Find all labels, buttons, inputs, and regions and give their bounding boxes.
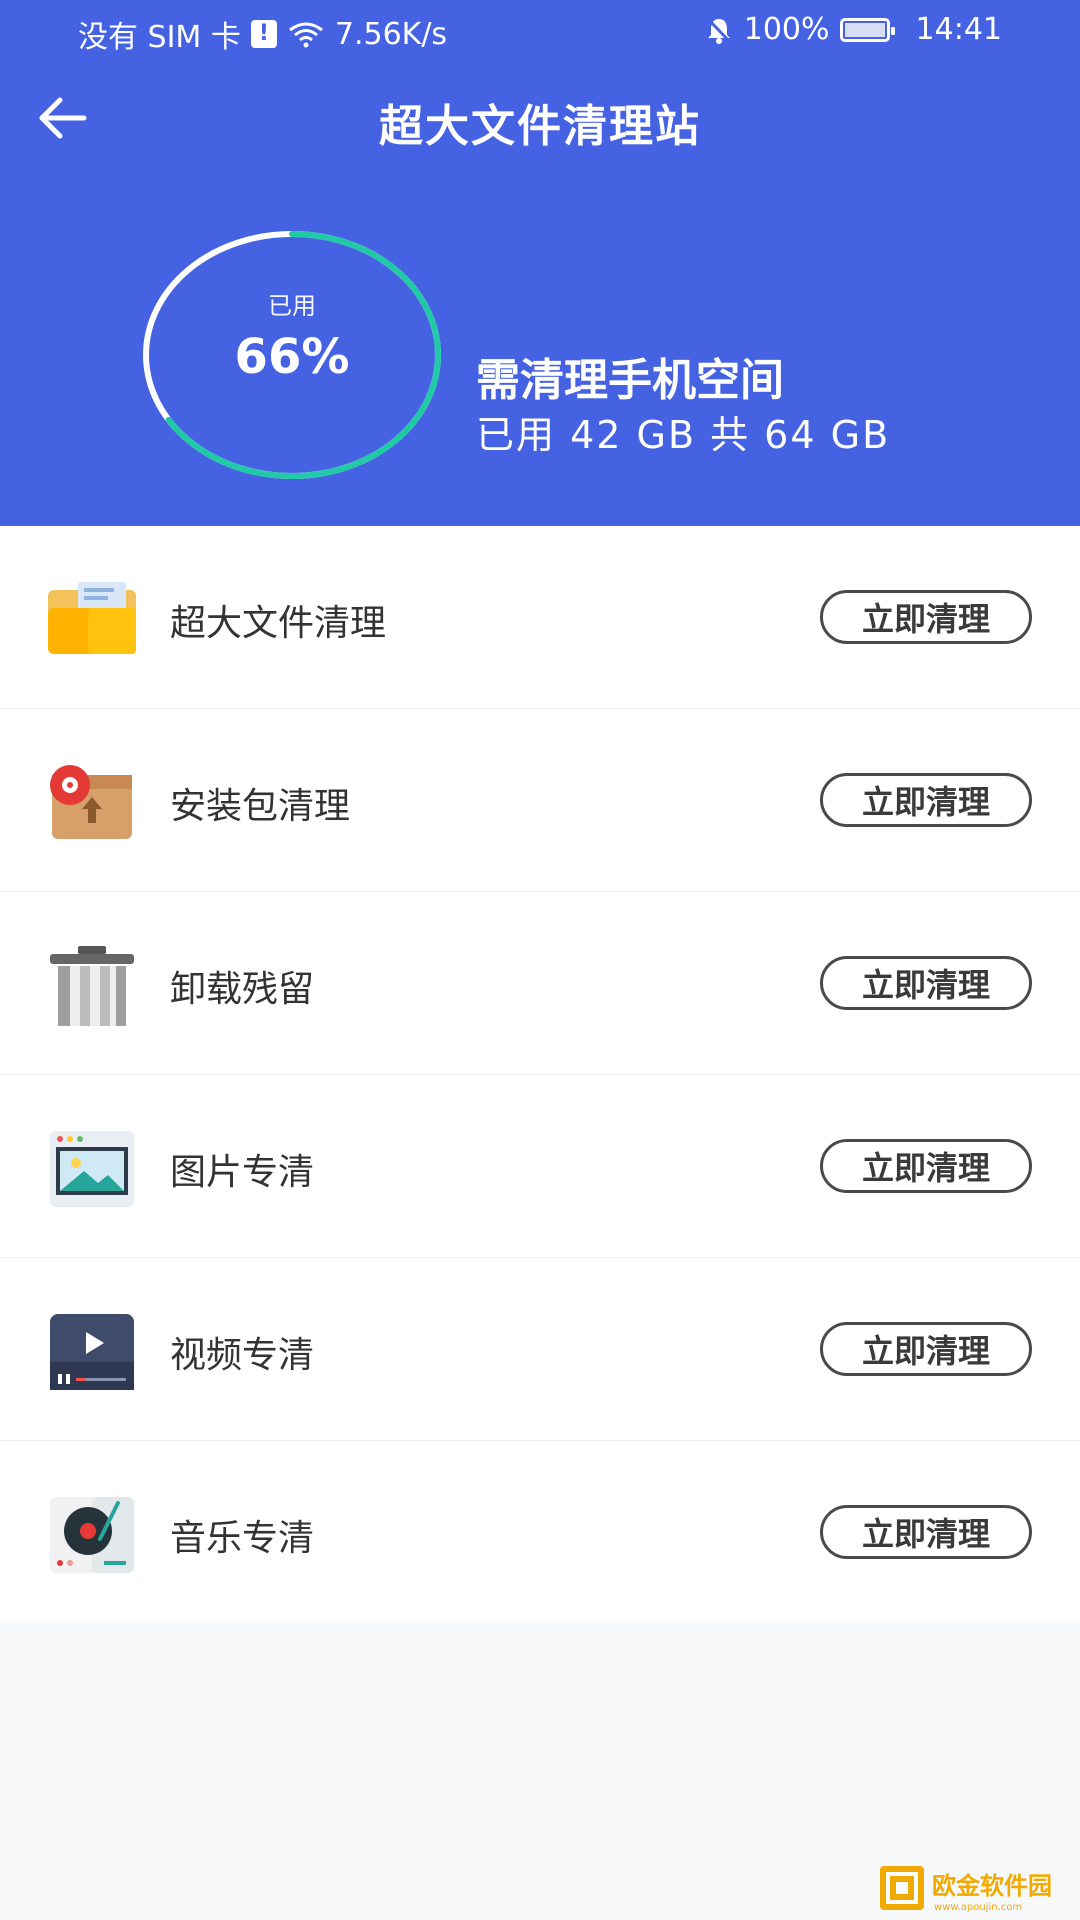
- item-label: 卸载残留: [170, 969, 315, 1010]
- mute-bell-icon: [706, 17, 731, 44]
- space-detail: 已用 42 GB 共 64 GB: [476, 413, 891, 457]
- item-label: 超大文件清理: [170, 603, 387, 644]
- usage-ring-labels: 已用 66%: [142, 286, 442, 385]
- watermark-text: 欧金软件园: [932, 1872, 1052, 1900]
- status-right: 100% 14:41: [704, 12, 1002, 47]
- clean-now-button[interactable]: 立即清理: [820, 1322, 1032, 1376]
- trash-icon: [50, 946, 134, 1026]
- screen: 没有 SIM 卡 ! 7.56K/s 100% 14:41 超大文件清理站 已用…: [0, 0, 1080, 1920]
- battery-text: 100%: [743, 12, 830, 47]
- top-app-bar: 超大文件清理站: [0, 80, 1080, 166]
- list-item: 音乐专清 立即清理: [0, 1441, 1080, 1623]
- music-icon: [50, 1497, 134, 1573]
- item-label: 音乐专清: [170, 1518, 315, 1559]
- list-item: 视频专清 立即清理: [0, 1258, 1080, 1441]
- clean-now-button[interactable]: 立即清理: [820, 956, 1032, 1010]
- item-label: 视频专清: [170, 1335, 315, 1376]
- time-text: 14:41: [915, 12, 1002, 47]
- space-title: 需清理手机空间: [476, 355, 784, 406]
- video-icon: [50, 1314, 134, 1390]
- battery-icon: [839, 17, 895, 42]
- clean-now-button[interactable]: 立即清理: [820, 590, 1032, 644]
- watermark-url: www.apoujin.com: [934, 1902, 1022, 1913]
- page-title: 超大文件清理站: [379, 101, 701, 152]
- carrier-text: 没有 SIM 卡: [78, 20, 241, 55]
- list-item: 安装包清理 立即清理: [0, 709, 1080, 892]
- clean-now-button[interactable]: 立即清理: [820, 1139, 1032, 1193]
- clean-now-button[interactable]: 立即清理: [820, 773, 1032, 827]
- folder-icon: [48, 582, 136, 654]
- used-percent: 66%: [234, 329, 350, 385]
- sim-warning-icon: !: [250, 20, 277, 48]
- wifi-icon: [288, 22, 323, 48]
- list-item: 卸载残留 立即清理: [0, 892, 1080, 1075]
- net-speed-text: 7.56K/s: [334, 16, 448, 52]
- cleanup-list: 超大文件清理 立即清理 安装包清理 立即清理 卸载残留 立即清理 图片专清 立即…: [0, 526, 1080, 1623]
- watermark-logo: 欧金软件园 www.apoujin.com: [880, 1866, 1052, 1913]
- clean-now-button[interactable]: 立即清理: [820, 1505, 1032, 1559]
- status-left: 没有 SIM 卡 ! 7.56K/s: [78, 12, 447, 56]
- image-icon: [50, 1131, 134, 1207]
- item-label: 图片专清: [170, 1152, 315, 1193]
- header: 没有 SIM 卡 ! 7.56K/s 100% 14:41 超大文件清理站 已用…: [0, 0, 1080, 526]
- status-bar: 没有 SIM 卡 ! 7.56K/s 100% 14:41: [0, 0, 1080, 64]
- package-icon: [50, 765, 132, 839]
- list-item: 超大文件清理 立即清理: [0, 526, 1080, 709]
- ring-label: 已用: [268, 292, 316, 320]
- list-item: 图片专清 立即清理: [0, 1075, 1080, 1258]
- item-label: 安装包清理: [170, 786, 351, 827]
